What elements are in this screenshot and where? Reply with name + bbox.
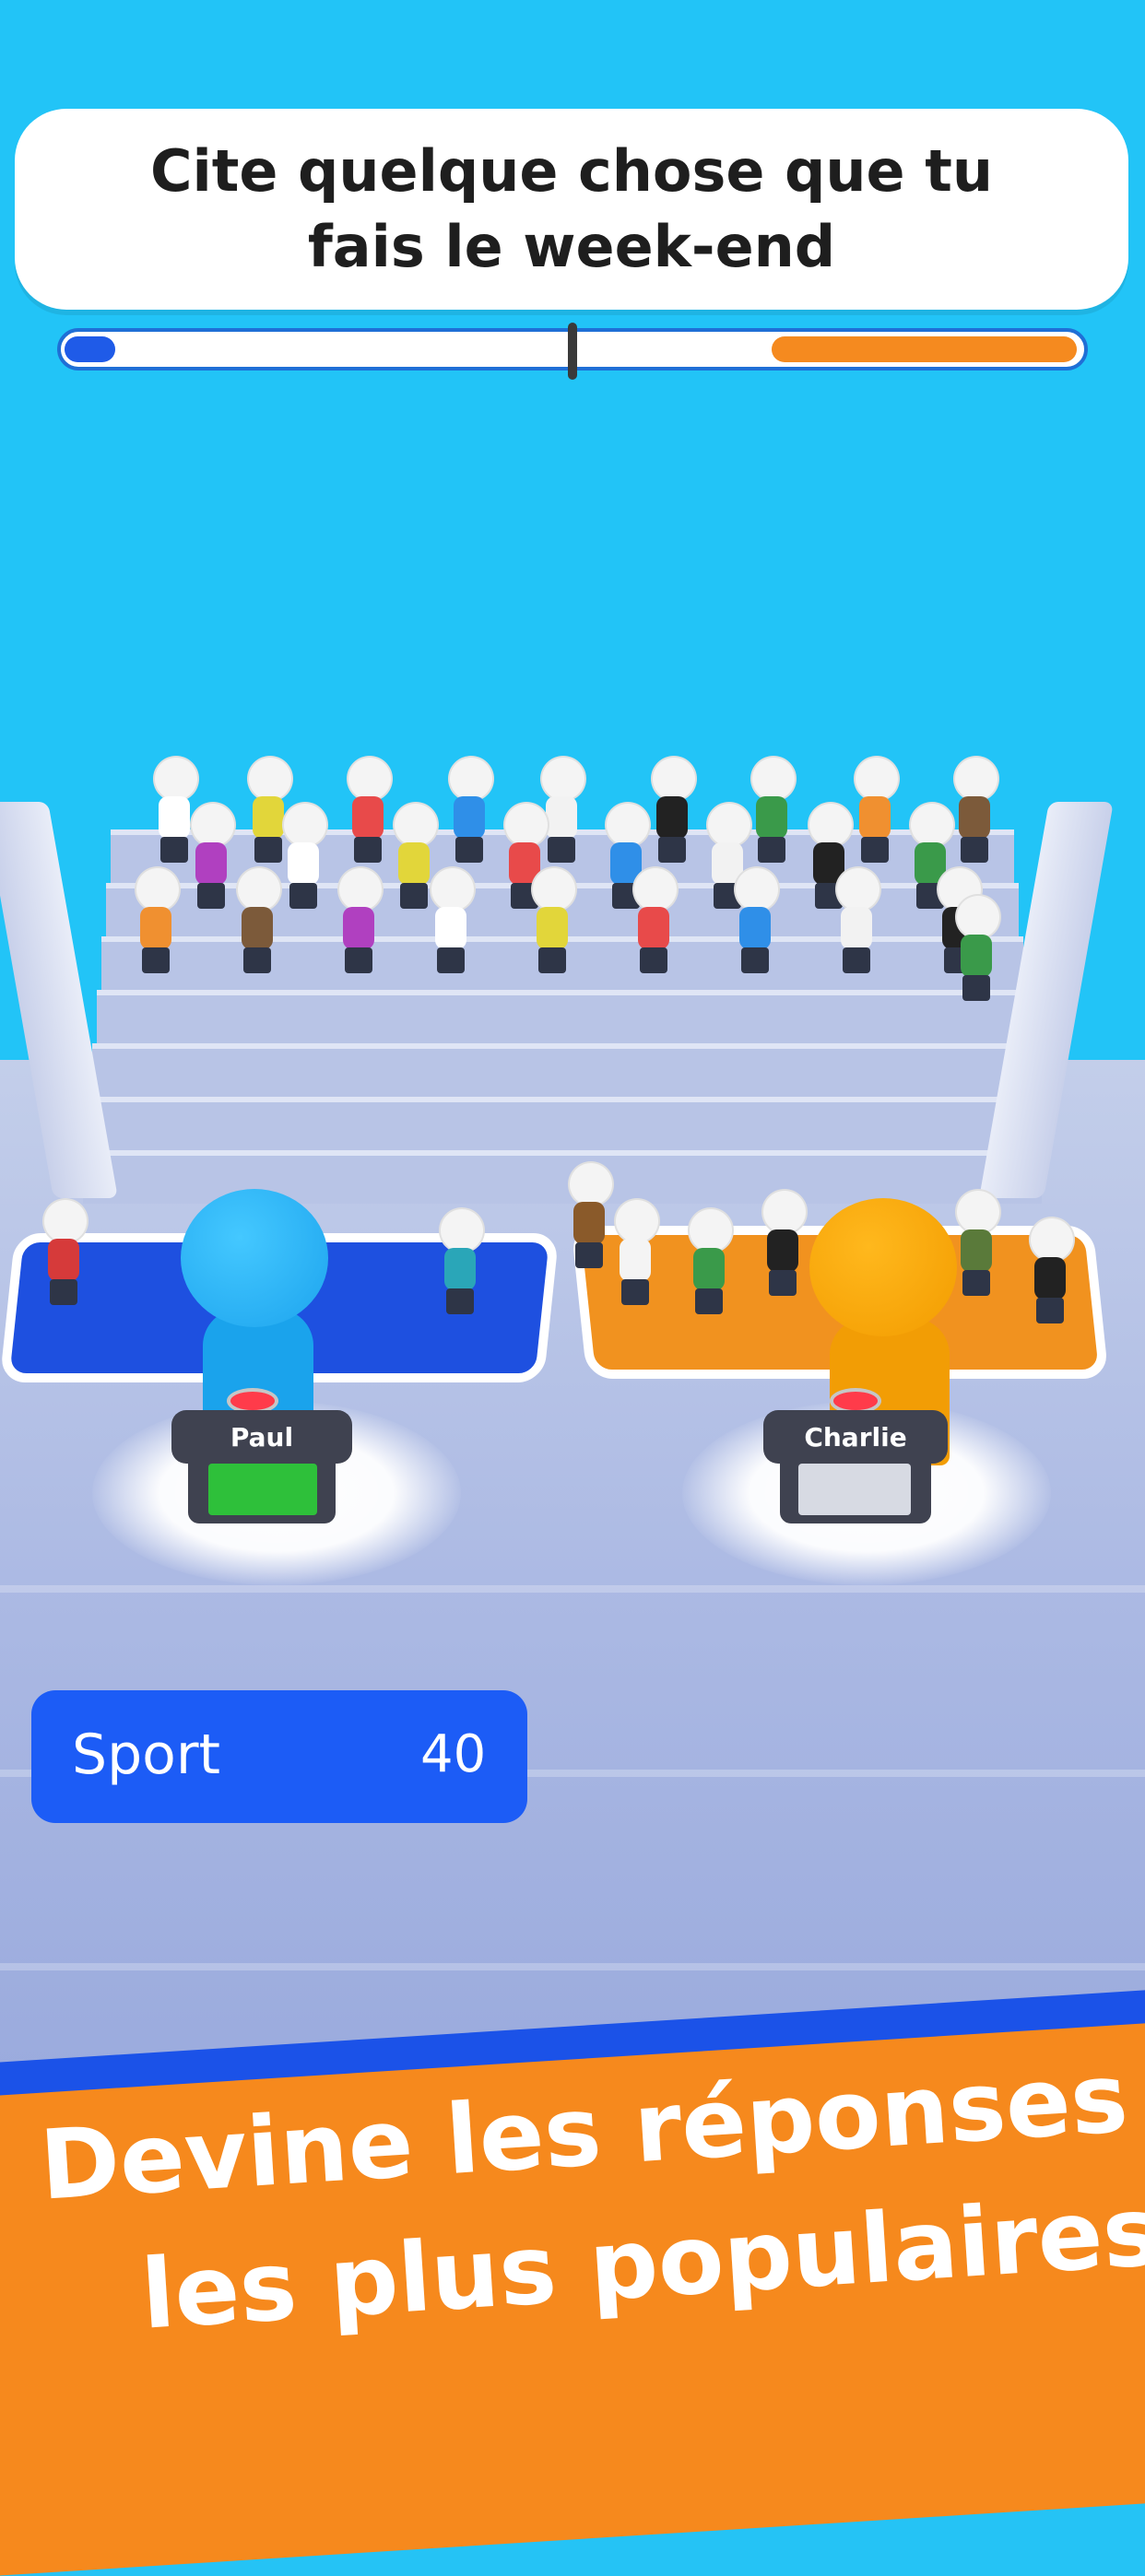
team-member — [950, 1189, 1003, 1298]
left-player-name: Paul — [230, 1421, 294, 1453]
stand-step — [92, 1043, 1033, 1097]
question-card: Cite quelque chose que tu fais le week-e… — [15, 109, 1128, 310]
audience-member — [525, 866, 579, 975]
question-text: Cite quelque chose que tu fais le week-e… — [150, 137, 993, 280]
audience-member — [129, 866, 183, 975]
right-player-name: Charlie — [804, 1421, 907, 1453]
audience-member — [848, 756, 902, 865]
answer-label: Sport — [72, 1723, 221, 1787]
progress-center-marker — [568, 323, 577, 380]
right-podium-screen — [798, 1464, 911, 1515]
audience-member — [424, 866, 478, 975]
team-member — [756, 1189, 809, 1298]
audience-member — [277, 802, 330, 911]
audience-member — [332, 866, 385, 975]
right-podium-top: Charlie — [763, 1410, 948, 1464]
left-podium-top: Paul — [171, 1410, 352, 1464]
audience-member — [950, 894, 1003, 1003]
left-podium-screen — [208, 1464, 317, 1515]
audience-member — [728, 866, 782, 975]
audience-member — [645, 756, 699, 865]
team-member — [433, 1207, 487, 1316]
audience-member — [830, 866, 883, 975]
player-left-head — [181, 1189, 328, 1327]
right-team-progress-fill — [772, 336, 1077, 362]
stand-step — [88, 1097, 1037, 1150]
floor-band — [0, 1585, 1145, 1593]
audience-member — [627, 866, 680, 975]
audience-member — [230, 866, 284, 975]
answer-points: 40 — [420, 1724, 487, 1784]
stand-step — [97, 990, 1028, 1043]
player-right-head — [809, 1198, 957, 1336]
team-member — [1023, 1217, 1077, 1325]
left-team-progress-fill — [65, 336, 115, 362]
floor-band — [0, 1963, 1145, 1970]
audience-member — [443, 756, 496, 865]
team-member — [37, 1198, 90, 1307]
team-member — [608, 1198, 662, 1307]
team-member — [682, 1207, 736, 1316]
